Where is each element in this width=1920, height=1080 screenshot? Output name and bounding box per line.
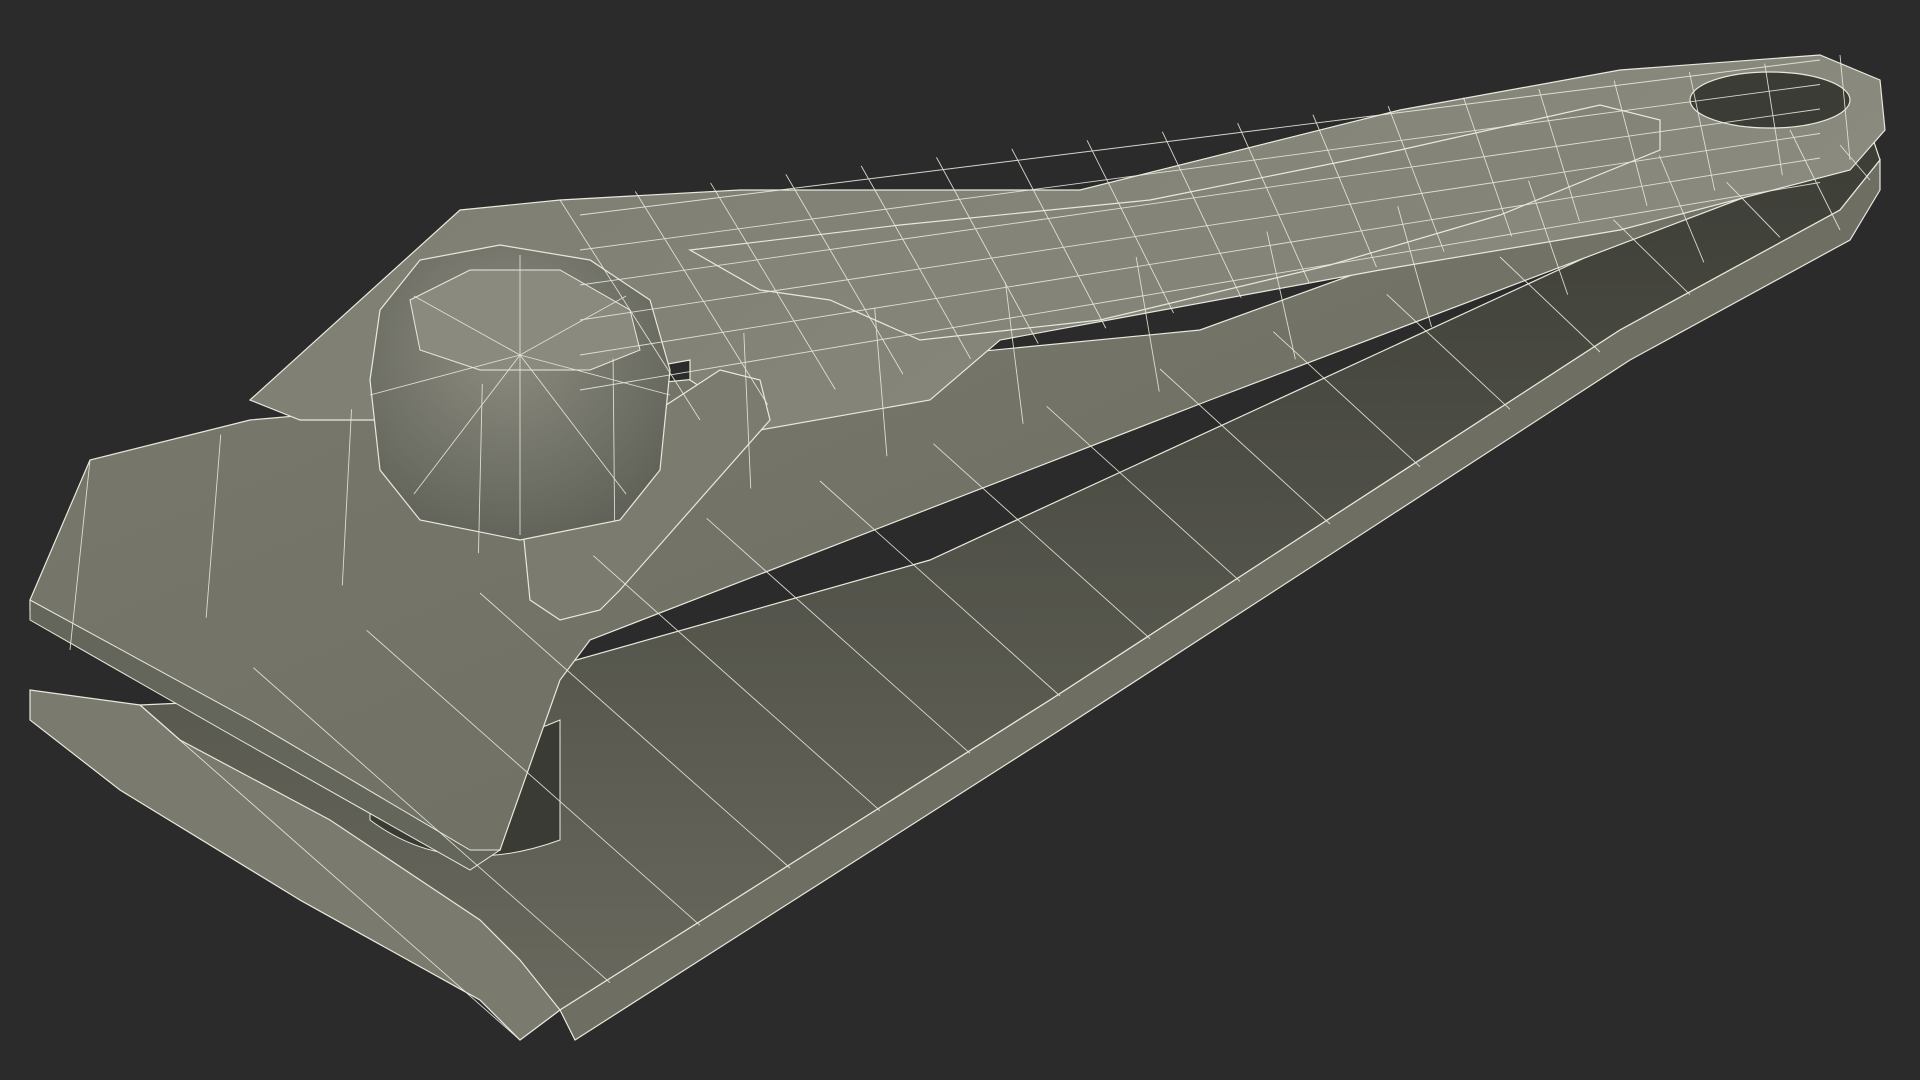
render-viewport [0,0,1920,1080]
lever-end-hole [1689,71,1851,129]
nail-clipper-render [29,54,1886,1041]
